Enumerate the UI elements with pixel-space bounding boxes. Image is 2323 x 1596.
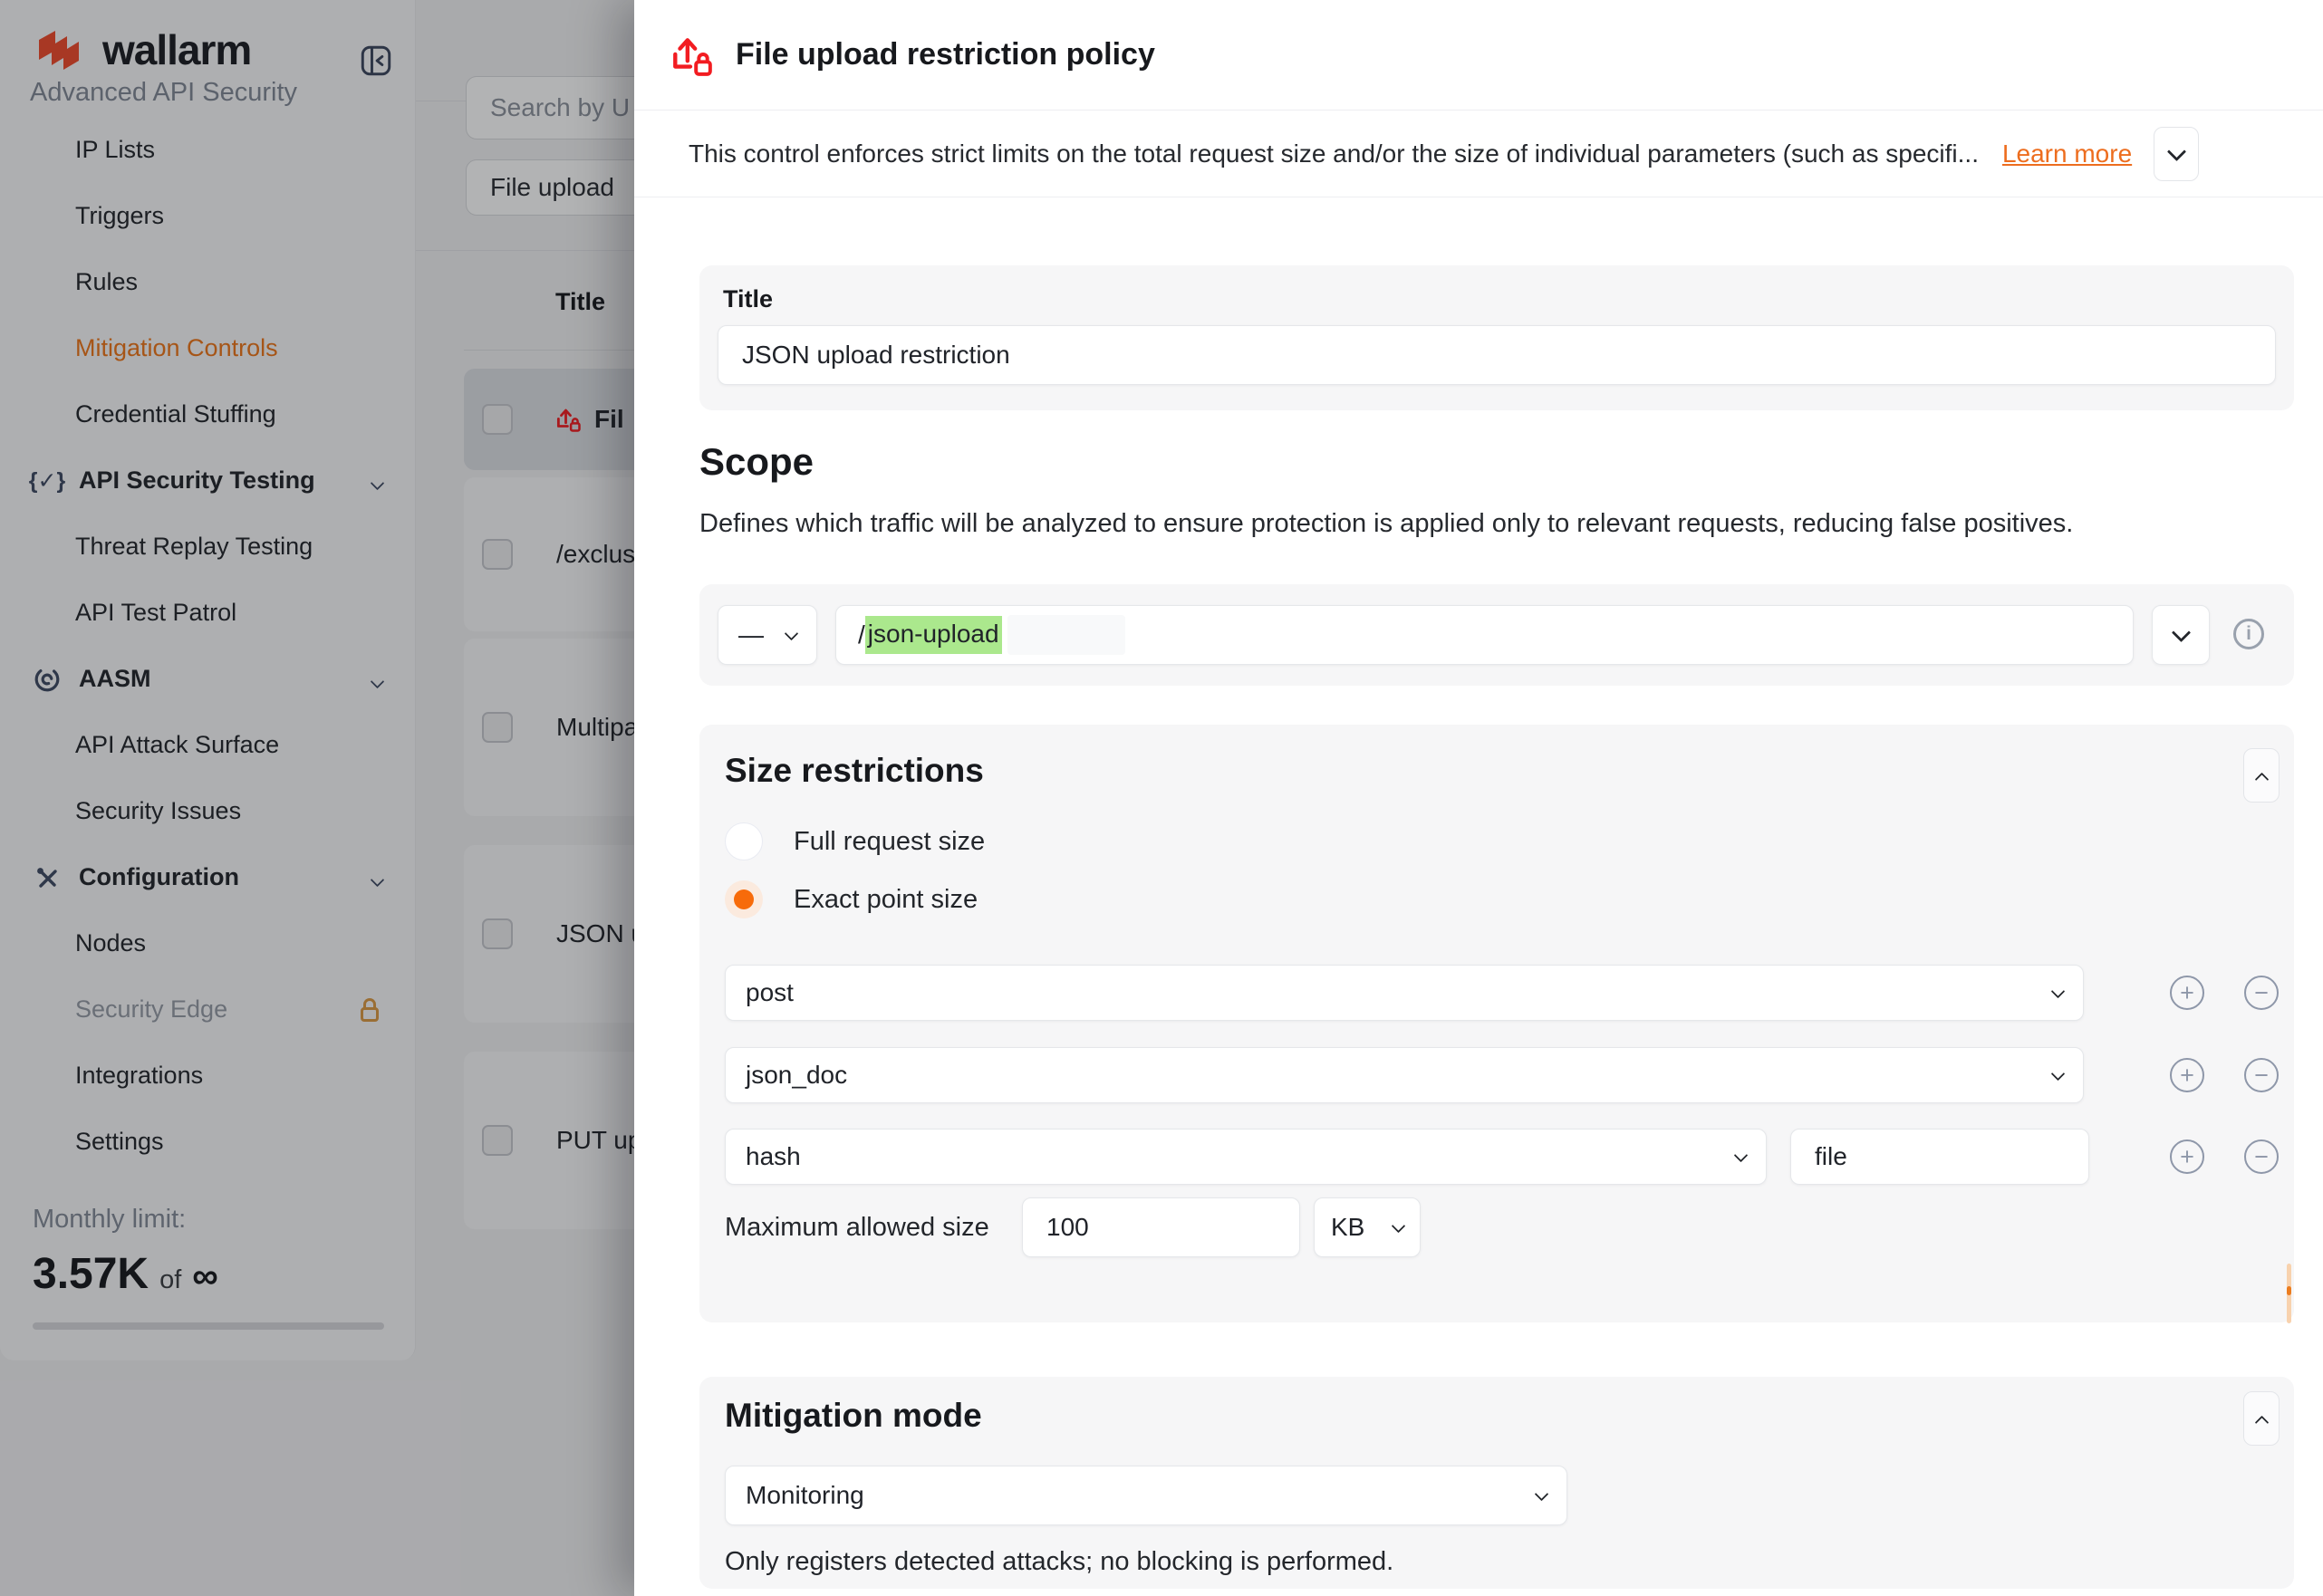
max-size-unit-select[interactable]: KB	[1314, 1197, 1421, 1257]
radio-label: Full request size	[794, 827, 985, 857]
size-restrictions-heading: Size restrictions	[725, 752, 984, 790]
autocomplete-ghost	[1007, 615, 1125, 655]
chevron-down-icon	[785, 626, 799, 640]
scrollbar-marker	[2287, 1286, 2291, 1295]
unit-value: KB	[1331, 1213, 1364, 1242]
collapse-description-button[interactable]	[2154, 127, 2199, 181]
chevron-down-icon	[2051, 984, 2066, 998]
select-value: Monitoring	[746, 1481, 864, 1510]
radio-full-request-size[interactable]: Full request size	[725, 822, 985, 861]
select-value: post	[746, 978, 794, 1007]
radio-on-icon[interactable]	[725, 880, 763, 918]
point-select-method[interactable]: post	[725, 965, 2084, 1021]
chevron-up-icon	[2254, 772, 2269, 786]
collapse-section-button[interactable]	[2243, 748, 2280, 803]
modal-title: File upload restriction policy	[736, 37, 1155, 72]
chevron-up-icon	[2254, 1415, 2269, 1429]
scope-row: — /json-upload i	[699, 584, 2294, 686]
add-point-button[interactable]: +	[2170, 1058, 2204, 1092]
point-name-field[interactable]	[1790, 1129, 2089, 1185]
max-size-input[interactable]	[1045, 1212, 1277, 1243]
learn-more-link[interactable]: Learn more	[2002, 139, 2132, 168]
title-input[interactable]	[740, 340, 2253, 370]
chevron-down-icon	[1392, 1218, 1406, 1233]
radio-label: Exact point size	[794, 885, 978, 915]
remove-point-button[interactable]: −	[2244, 976, 2279, 1010]
modal-description-row: This control enforces strict limits on t…	[634, 111, 2323, 197]
scope-heading: Scope	[699, 440, 814, 484]
remove-point-button[interactable]: −	[2244, 1139, 2279, 1174]
radio-off-icon[interactable]	[725, 822, 763, 860]
max-size-label: Maximum allowed size	[725, 1197, 989, 1257]
size-restrictions-section: Size restrictions Full request size Exac…	[699, 725, 2294, 1322]
add-point-button[interactable]: +	[2170, 976, 2204, 1010]
select-value: hash	[746, 1142, 801, 1171]
scope-path-highlight: json-upload	[865, 616, 1002, 654]
mitigation-mode-description: Only registers detected attacks; no bloc…	[725, 1547, 1393, 1577]
remove-point-button[interactable]: −	[2244, 1058, 2279, 1092]
file-upload-restriction-modal: File upload restriction policy This cont…	[634, 0, 2323, 1596]
scope-expand-button[interactable]	[2152, 605, 2210, 665]
modal-header: File upload restriction policy	[634, 0, 2323, 111]
scope-path-input[interactable]: /json-upload	[835, 605, 2134, 665]
title-field-label: Title	[723, 285, 773, 313]
collapse-section-button[interactable]	[2243, 1391, 2280, 1446]
scope-path-prefix: /	[858, 620, 865, 649]
point-name-input[interactable]	[1813, 1141, 2067, 1172]
title-field[interactable]	[718, 325, 2276, 385]
point-select-hash[interactable]: hash	[725, 1129, 1767, 1185]
scope-operator-select[interactable]: —	[718, 605, 817, 665]
upload-lock-icon	[669, 33, 714, 78]
select-value: json_doc	[746, 1061, 847, 1090]
scope-operator-value: —	[738, 620, 764, 649]
chevron-down-icon	[1535, 1486, 1549, 1501]
chevron-down-icon	[2167, 141, 2186, 160]
scope-description: Defines which traffic will be analyzed t…	[699, 509, 2073, 539]
add-point-button[interactable]: +	[2170, 1139, 2204, 1174]
mitigation-mode-heading: Mitigation mode	[725, 1397, 982, 1435]
max-size-field[interactable]	[1022, 1197, 1300, 1257]
mitigation-mode-section: Mitigation mode Monitoring Only register…	[699, 1377, 2294, 1589]
chevron-down-icon	[2051, 1066, 2066, 1081]
point-select-parameter[interactable]: json_doc	[725, 1047, 2084, 1103]
mitigation-mode-select[interactable]: Monitoring	[725, 1466, 1567, 1525]
title-section: Title	[699, 265, 2294, 410]
chevron-down-icon	[1734, 1148, 1749, 1162]
chevron-down-icon	[2171, 622, 2190, 641]
modal-description: This control enforces strict limits on t…	[689, 139, 1979, 168]
radio-exact-point-size[interactable]: Exact point size	[725, 880, 978, 919]
info-icon[interactable]: i	[2233, 619, 2264, 649]
